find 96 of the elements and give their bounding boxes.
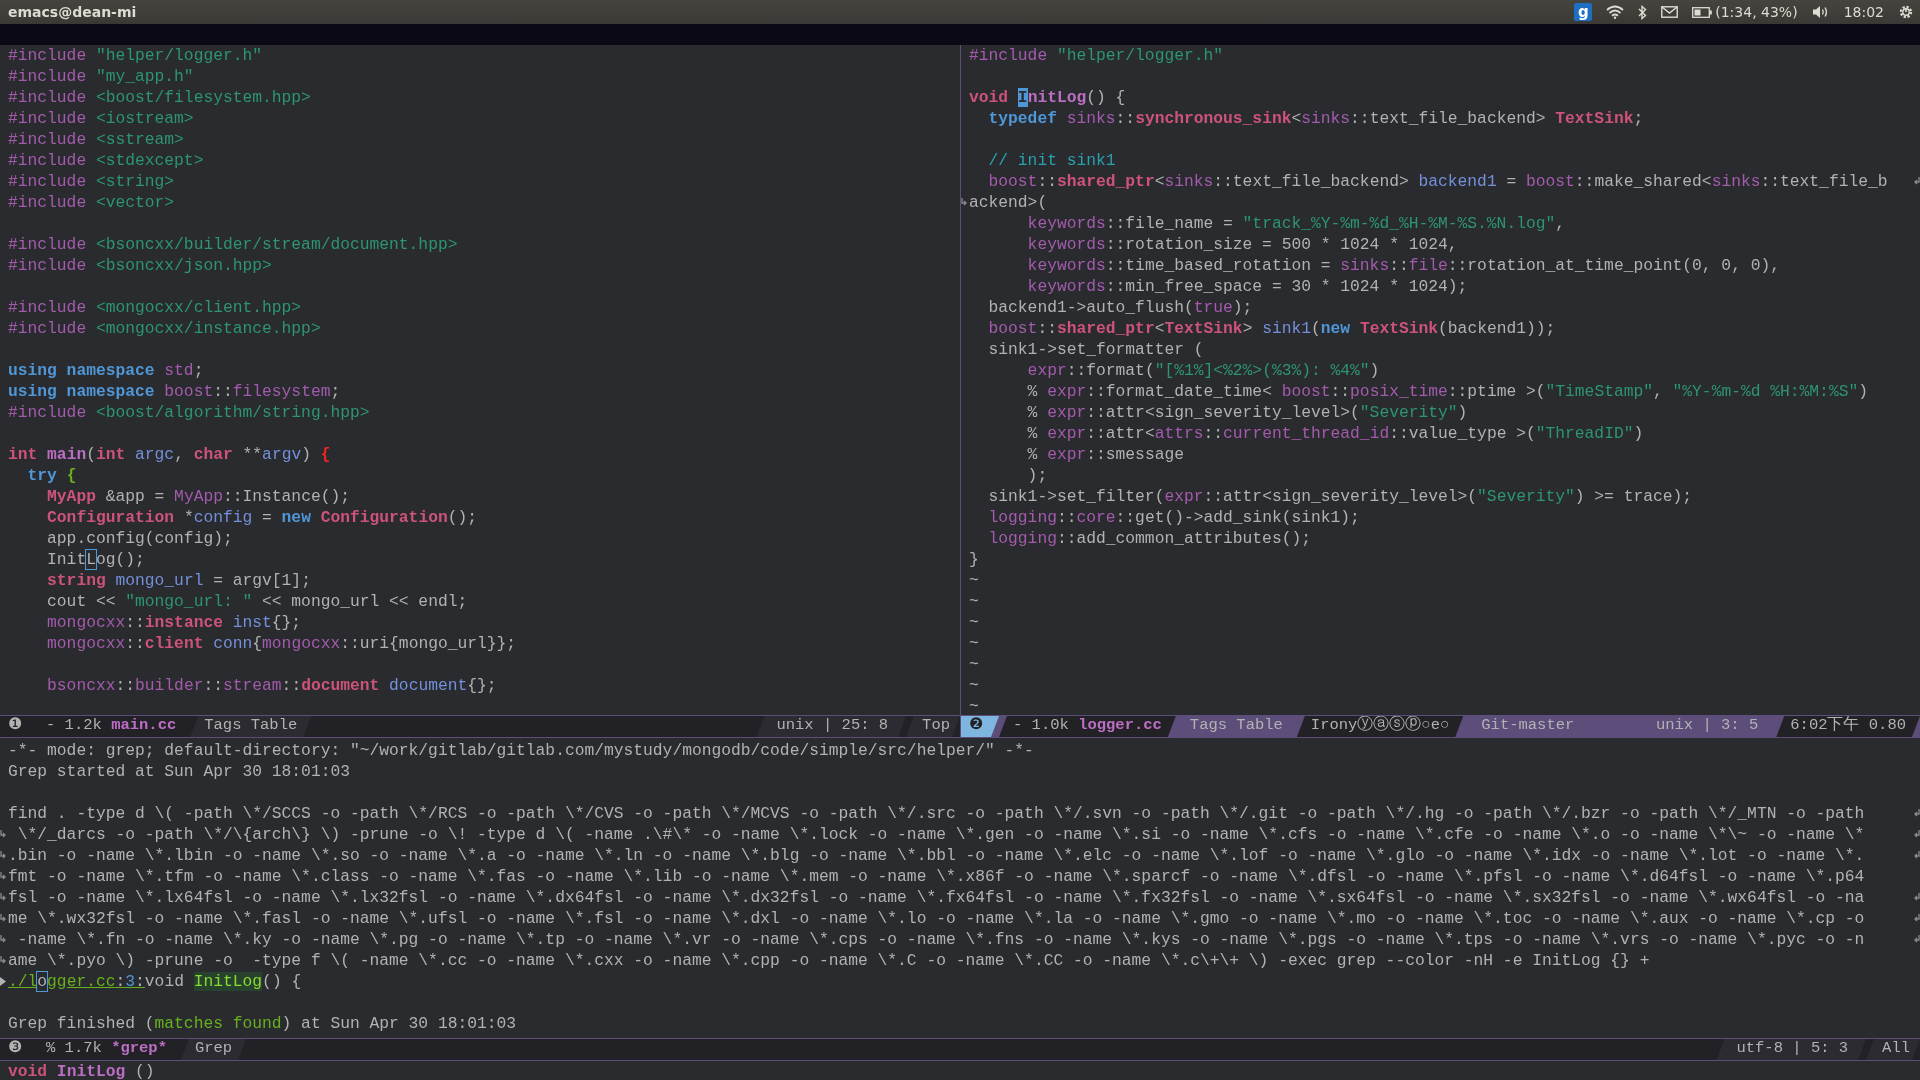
code-line: bsoncxx::builder::stream::document document{}; [46,676,497,695]
mode-line-label: Tags Table [190,716,312,737]
code-line: ~ [969,676,979,695]
code-line: sink1->set_formatter ( [987,340,1204,359]
code-line: boost::shared_ptr<TextSink> sink1(new TextSink(backend1)); [987,319,1556,338]
code-line: keywords::min_free_space = 30 * 1024 * 1024); [1026,277,1468,296]
code-line: #include <iostream> [8,109,194,128]
buffer-info: - 1.0k logger.cc [999,716,1176,737]
mode-line-label: unix | 25: 8 [756,716,907,737]
output-line: Grep started at Sun Apr 30 18:01:03 [8,762,350,781]
code-line: #include "my_app.h" [8,67,194,86]
window-number: ❶ [7,716,23,736]
mode-line-label: Grep [180,1039,247,1060]
code-line: expr::format("[%1%]<%2%>(%3%): %4%") [1026,361,1380,380]
code-line: logging::add_common_attributes(); [987,529,1311,548]
battery-text[interactable]: (1:34, 43%) [1715,4,1798,20]
code-line: ~ [969,592,979,611]
window-title: emacs@dean-mi [8,4,137,20]
mode-line-label: utf-8 | 5: 3 [1716,1039,1867,1060]
bluetooth-icon[interactable] [1638,4,1648,20]
code-line: % expr::attr<sign_severity_level>("Severity") [1026,403,1468,422]
code-line: #include <vector> [8,193,175,212]
code-line: Configuration *config = new Configuration(); [46,508,477,527]
mode-line-label: Git-master [1480,716,1576,736]
window-number: ❸ [7,1039,23,1059]
code-line: #include <mongocxx/client.hpp> [8,298,302,317]
input-method-indicator[interactable]: g [1574,3,1593,21]
code-line: keywords::file_name = "track_%Y-%m-%d_%H-%M-%S.%N.log", [1026,214,1566,233]
code-line: string mongo_url = argv[1]; [46,571,311,590]
code-line: #include <boost/filesystem.hpp> [8,88,311,107]
code-line: #include <string> [8,172,175,191]
code-line: sink1->set_filter(expr::attr<sign_severity_level>("Severity") >= trace); [987,487,1693,506]
code-line: #include <boost/algorithm/string.hpp> [8,403,370,422]
code-line: #include <mongocxx/instance.hpp> [8,319,321,338]
code-line: ~ [969,571,979,590]
code-line: #include <bsoncxx/builder/stream/document.hpp> [8,235,458,254]
code-line: logging::core::get()->add_sink(sink1); [987,508,1360,527]
output-line: -name \*.fn -o -name \*.ky -o -name \*.pg -o -name \*.tp -o -name \*.vr -o -name \*.cps -o -name \*.fns -o -name \*.kys -o -name \*.pgs -o -name \*.tps -o -name \*.vrs -o -name \*.pyc -o -n [16,930,1865,949]
code-line: app.config(config); [46,529,233,548]
output-line: .bin -o -name \*.lbin -o -name \*.so -o -name \*.a -o -name \*.ln -o -name \*.blg -o -name \*.bbl -o -name \*.elc -o -name \*.lof -o -name \*.glo -o -name \*.idx -o -name \*.lot -o -name \*. [8,846,1865,865]
code-line: using namespace std; [8,361,204,380]
code-line: using namespace boost::filesystem; [8,382,341,401]
code-line: ); [1026,466,1048,485]
output-line: -*- mode: grep; default-directory: "~/work/gitlab/gitlab.com/mystudy/mongodb/code/simple/src/helper/" -*- [8,741,1034,760]
code-line: #include <stdexcept> [8,151,204,170]
clock[interactable]: 18:02 [1843,4,1884,20]
code-line: mongocxx::client conn{mongocxx::uri{mongo_url}}; [46,634,517,653]
code-line: try { [26,466,77,485]
mail-icon[interactable] [1661,6,1679,18]
battery-icon[interactable] [1692,6,1713,18]
code-line: ~ [969,697,979,715]
code-line: mongocxx::instance inst{}; [46,613,302,632]
code-line: % expr::format_date_time< boost::posix_time::ptime >("TimeStamp", "%Y-%m-%d %H:%M:%S") [1026,382,1868,401]
mode-line-label: All [1866,1039,1920,1060]
code-line: void InitLog() { [969,88,1126,107]
code-line: % expr::attr<attrs::current_thread_id::value_type >("ThreadID") [1026,424,1644,443]
window-number: ❷ [961,716,999,737]
output-line: find . -type d \( -path \*/SCCS -o -path \*/RCS -o -path \*/CVS -o -path \*/MCVS -o -path \*/.src -o -path \*/.svn -o -path \*/.git -o -path \*/.hg -o -path \*/.bzr -o -path \*/_MTN -o -path [8,804,1865,823]
code-line: backend1->auto_flush(true); [987,298,1253,317]
settings-icon[interactable] [1898,4,1914,20]
output-line: me \*.wx32fsl -o -name \*.fasl -o -name \*.ufsl -o -name \*.fsl -o -name \*.dxl -o -name \*.lo -o -name \*.la -o -name \*.gmo -o -name \*.mo -o -name \*.toc -o -name \*.aux -o -name \*.cp -o [8,909,1865,928]
mode-line-label: Top [906,716,960,737]
volume-icon[interactable] [1811,5,1830,19]
buffer-info: % 1.7k *grep* [45,1039,168,1059]
output-line: ./logger.cc:3:void InitLog() { [8,972,302,991]
code-line: ~ [969,634,979,653]
mode-line-label: Tags Table [1188,716,1284,736]
output-line: fmt -o -name \*.tfm -o -name \*.class -o -name \*.fas -o -name \*.lib -o -name \*.mem -o -name \*.x86f -o -name \*.sparcf -o -name \*.dfsl -o -name \*.pfsl -o -name \*.d64fsl -o -name \*.p64 [8,867,1865,886]
code-line: cout << "mongo_url: " << mongo_url << endl; [46,592,468,611]
code-line: int main(int argc, char **argv) { [8,445,331,464]
code-line: ~ [969,613,979,632]
code-line: } [969,550,979,569]
output-line: \*/_darcs -o -path \*/\{arch\} \) -prune -o \! -type d \( -name .\#\* -o -name \*.lock -o -name \*.gen -o -name \*.si -o -name \*.cfs -o -name \*.cfe -o -name \*.o -o -name \*\~ -o -name \* [16,825,1865,844]
echo-text: void InitLog () [8,1062,155,1080]
code-line: keywords::time_based_rotation = sinks::file::rotation_at_time_point(0, 0, 0), [1026,256,1780,275]
output-line: ame \*.pyo \) -prune -o -type f \( -name \*.cc -o -name \*.cxx -o -name \*.cpp -o -name \*.C -o -name \*.CC -o -name \*.c\+\+ \) -exec grep --color -nH -e InitLog {} + [8,951,1650,970]
mode-line-label: Ironyⓨⓐⓢⓟ○e○ [1296,716,1464,737]
mode-line-label: 6:02下午 0.80 [1776,716,1920,737]
code-line: ackend>( [969,193,1048,212]
code-line: ~ [969,655,979,674]
output-line: fsl -o -name \*.lx64fsl -o -name \*.lx32fsl -o -name \*.dx64fsl -o -name \*.dx32fsl -o -name \*.fx64fsl -o -name \*.fx32fsl -o -name \*.sx64fsl -o -name \*.sx32fsl -o -name \*.wx64fsl -o -na [8,888,1865,907]
mode-line-label: unix | 3: 5 [1654,716,1760,736]
wifi-icon[interactable] [1606,5,1625,19]
code-line: InitLog(); [46,550,145,569]
code-line: typedef sinks::synchronous_sink<sinks::text_file_backend> TextSink; [987,109,1644,128]
code-line: #include <bsoncxx/json.hpp> [8,256,272,275]
code-line: MyApp &app = MyApp::Instance(); [46,487,350,506]
code-line: // init sink1 [987,151,1116,170]
code-line: keywords::rotation_size = 500 * 1024 * 1024, [1026,235,1458,254]
code-line: boost::shared_ptr<sinks::text_file_backend> backend1 = boost::make_shared<sinks::text_file_b [987,172,1888,191]
code-line: #include "helper/logger.h" [969,46,1224,65]
output-line: Grep finished (matches found) at Sun Apr 30 18:01:03 [8,1014,517,1033]
code-line: % expr::smessage [1026,445,1184,464]
buffer-info: - 1.2k main.cc [45,716,178,736]
code-line: #include "helper/logger.h" [8,46,263,65]
code-line: #include <sstream> [8,130,184,149]
